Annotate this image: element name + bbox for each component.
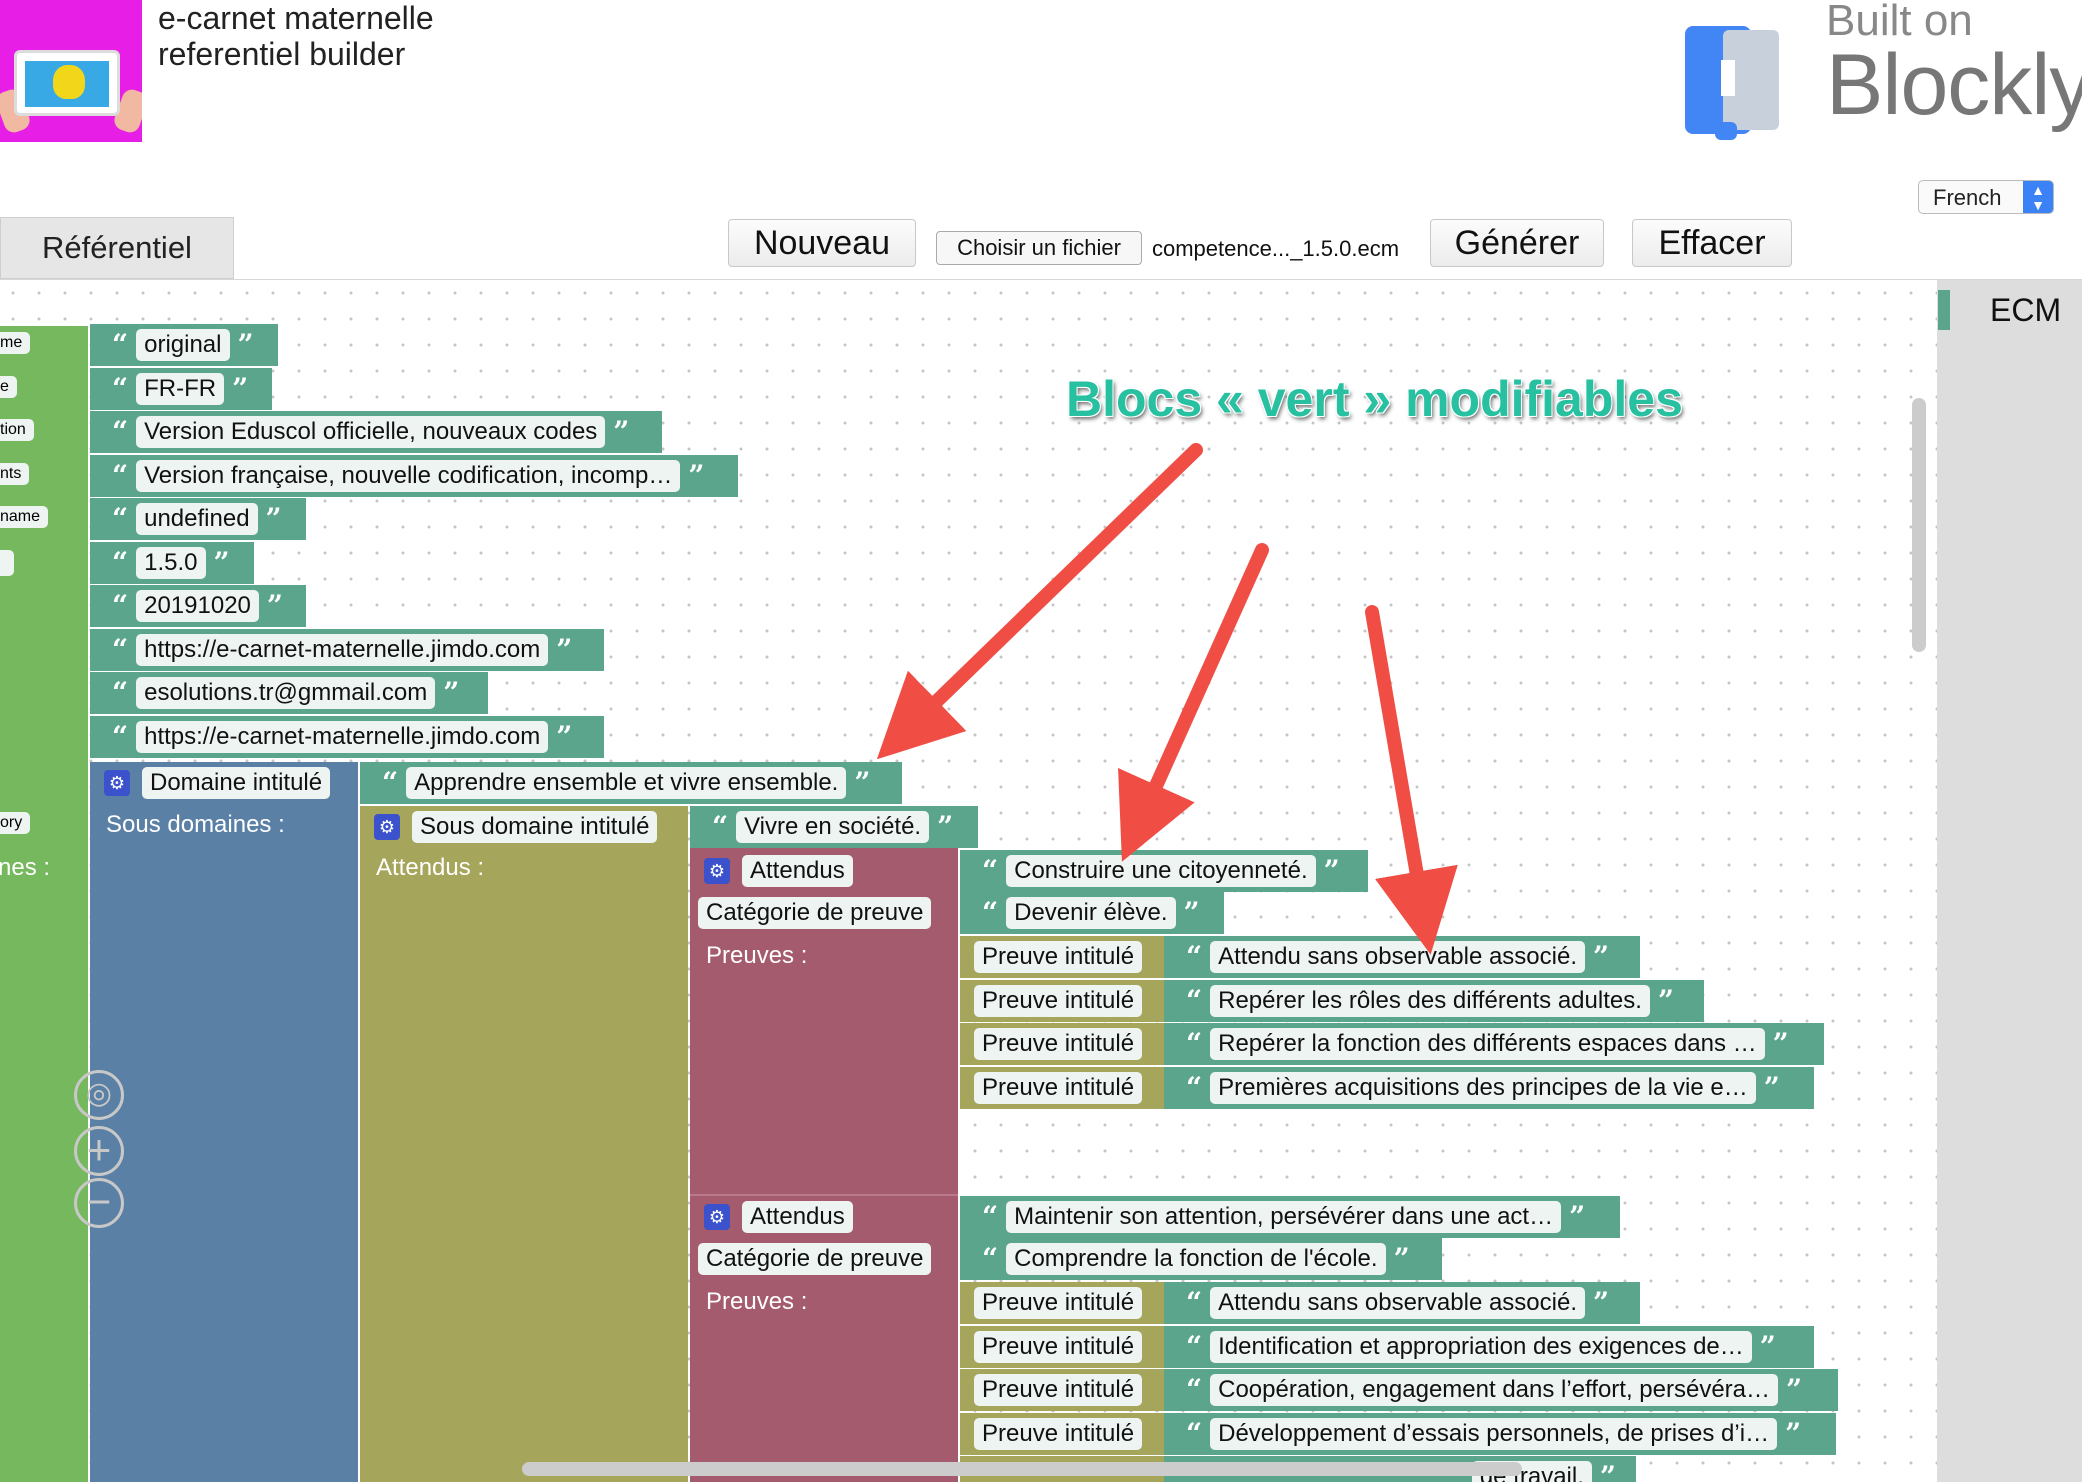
tablet-screen	[25, 61, 109, 107]
ecm-category-color	[1938, 290, 1950, 330]
arrow-3	[1365, 605, 1458, 955]
select-arrows-icon: ▲ ▼	[2023, 181, 2053, 213]
tablet-icon	[14, 50, 120, 116]
language-selected: French	[1933, 185, 2002, 210]
app-title: e-carnet maternelle referentiel builder	[158, 0, 434, 72]
blockly-workspace[interactable]: me e tion nts name ory nes : “original” …	[0, 280, 1937, 1482]
app-title-line1: e-carnet maternelle	[158, 0, 434, 36]
file-name: competence..._1.5.0.ecm	[1152, 236, 1400, 261]
app-title-line2: referentiel builder	[158, 36, 406, 72]
vertical-scrollbar[interactable]	[1912, 398, 1926, 652]
clear-button[interactable]: Effacer	[1632, 219, 1792, 267]
blockly-brand-text: Blockly	[1826, 37, 2082, 133]
tab-referentiel[interactable]: Référentiel	[0, 217, 234, 279]
toolbox	[1937, 280, 2082, 1482]
language-select[interactable]: French ▲ ▼	[1918, 180, 2054, 214]
annotation-arrows	[876, 443, 1458, 955]
hand-icon	[53, 65, 85, 99]
choose-file-button[interactable]: Choisir un fichier	[936, 231, 1142, 265]
toolbox-category-ecm[interactable]: ECM	[1990, 292, 2061, 329]
horizontal-scrollbar[interactable]	[522, 1462, 1522, 1476]
generate-button[interactable]: Générer	[1430, 219, 1604, 267]
new-button[interactable]: Nouveau	[728, 219, 916, 267]
app-logo	[0, 0, 142, 142]
arrow-2	[1118, 543, 1269, 862]
blockly-logo-icon	[1685, 26, 1779, 140]
arrow-1	[876, 443, 1203, 760]
